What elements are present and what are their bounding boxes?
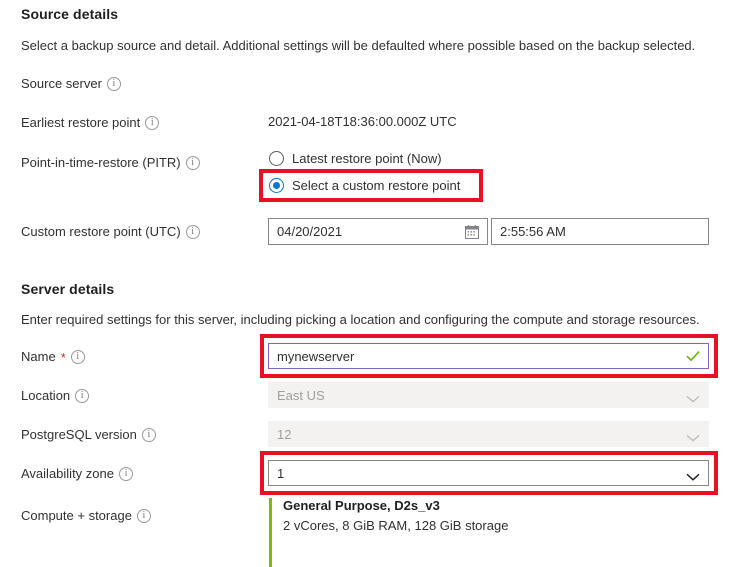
earliest-restore-point-label-text: Earliest restore point bbox=[21, 115, 141, 130]
location-label-text: Location bbox=[21, 388, 71, 403]
compute-storage-label-text: Compute + storage bbox=[21, 508, 132, 523]
compute-storage-details: 2 vCores, 8 GiB RAM, 128 GiB storage bbox=[283, 518, 509, 533]
source-server-label-text: Source server bbox=[21, 76, 102, 91]
location-value: East US bbox=[277, 387, 325, 403]
custom-restore-date-input[interactable]: 04/20/2021 bbox=[268, 218, 488, 245]
postgresql-version-label: PostgreSQL version bbox=[21, 427, 156, 442]
location-dropdown: East US bbox=[268, 382, 709, 408]
source-server-label: Source server bbox=[21, 76, 121, 91]
source-details-heading: Source details bbox=[21, 6, 119, 22]
custom-restore-point-label-text: Custom restore point (UTC) bbox=[21, 224, 181, 239]
compute-storage-tier: General Purpose, D2s_v3 bbox=[283, 498, 440, 513]
custom-restore-time-input[interactable]: 2:55:56 AM bbox=[491, 218, 709, 245]
compute-storage-block[interactable]: General Purpose, D2s_v3 2 vCores, 8 GiB … bbox=[269, 498, 508, 567]
info-icon[interactable] bbox=[145, 115, 160, 130]
compute-storage-label: Compute + storage bbox=[21, 508, 151, 523]
custom-restore-date-value: 04/20/2021 bbox=[277, 224, 343, 239]
availability-zone-label: Availability zone bbox=[21, 466, 133, 481]
availability-zone-label-text: Availability zone bbox=[21, 466, 114, 481]
postgresql-version-label-text: PostgreSQL version bbox=[21, 427, 137, 442]
chevron-down-icon[interactable] bbox=[686, 469, 700, 481]
info-icon[interactable] bbox=[118, 466, 133, 481]
server-name-value: mynewserver bbox=[277, 348, 355, 364]
custom-restore-point-label: Custom restore point (UTC) bbox=[21, 224, 200, 239]
info-icon[interactable] bbox=[70, 349, 85, 364]
pitr-label: Point-in-time-restore (PITR) bbox=[21, 155, 200, 170]
info-icon[interactable] bbox=[106, 76, 121, 91]
info-icon[interactable] bbox=[75, 388, 90, 403]
chevron-down-icon bbox=[686, 430, 700, 442]
postgresql-version-dropdown: 12 bbox=[268, 421, 709, 447]
info-icon[interactable] bbox=[185, 155, 200, 170]
custom-restore-time-value: 2:55:56 AM bbox=[500, 224, 566, 239]
pitr-radio-custom-label: Select a custom restore point bbox=[292, 178, 461, 193]
info-icon[interactable] bbox=[185, 224, 200, 239]
location-label: Location bbox=[21, 388, 90, 403]
checkmark-icon bbox=[686, 350, 700, 362]
pitr-radio-latest[interactable]: Latest restore point (Now) bbox=[269, 151, 442, 166]
server-name-label: Name * bbox=[21, 349, 85, 364]
availability-zone-value: 1 bbox=[277, 465, 285, 481]
calendar-icon[interactable] bbox=[465, 224, 479, 239]
pitr-radio-custom[interactable]: Select a custom restore point bbox=[269, 178, 460, 193]
earliest-restore-point-value: 2021-04-18T18:36:00.000Z UTC bbox=[268, 114, 457, 129]
server-name-input[interactable]: mynewserver bbox=[268, 343, 709, 369]
earliest-restore-point-label: Earliest restore point bbox=[21, 115, 160, 130]
source-details-description: Select a backup source and detail. Addit… bbox=[21, 38, 696, 53]
pitr-label-text: Point-in-time-restore (PITR) bbox=[21, 155, 181, 170]
pitr-radio-latest-label: Latest restore point (Now) bbox=[292, 151, 442, 166]
postgresql-version-value: 12 bbox=[277, 426, 292, 442]
server-details-heading: Server details bbox=[21, 281, 115, 297]
info-icon[interactable] bbox=[136, 508, 151, 523]
chevron-down-icon bbox=[686, 391, 700, 403]
required-marker: * bbox=[60, 350, 66, 365]
radio-selected-icon[interactable] bbox=[269, 178, 284, 193]
availability-zone-dropdown[interactable]: 1 bbox=[268, 460, 709, 486]
server-name-label-text: Name bbox=[21, 349, 56, 364]
info-icon[interactable] bbox=[141, 427, 156, 442]
restore-server-form: Source details Select a backup source an… bbox=[0, 0, 730, 567]
server-details-description: Enter required settings for this server,… bbox=[21, 312, 700, 327]
radio-unselected-icon[interactable] bbox=[269, 151, 284, 166]
